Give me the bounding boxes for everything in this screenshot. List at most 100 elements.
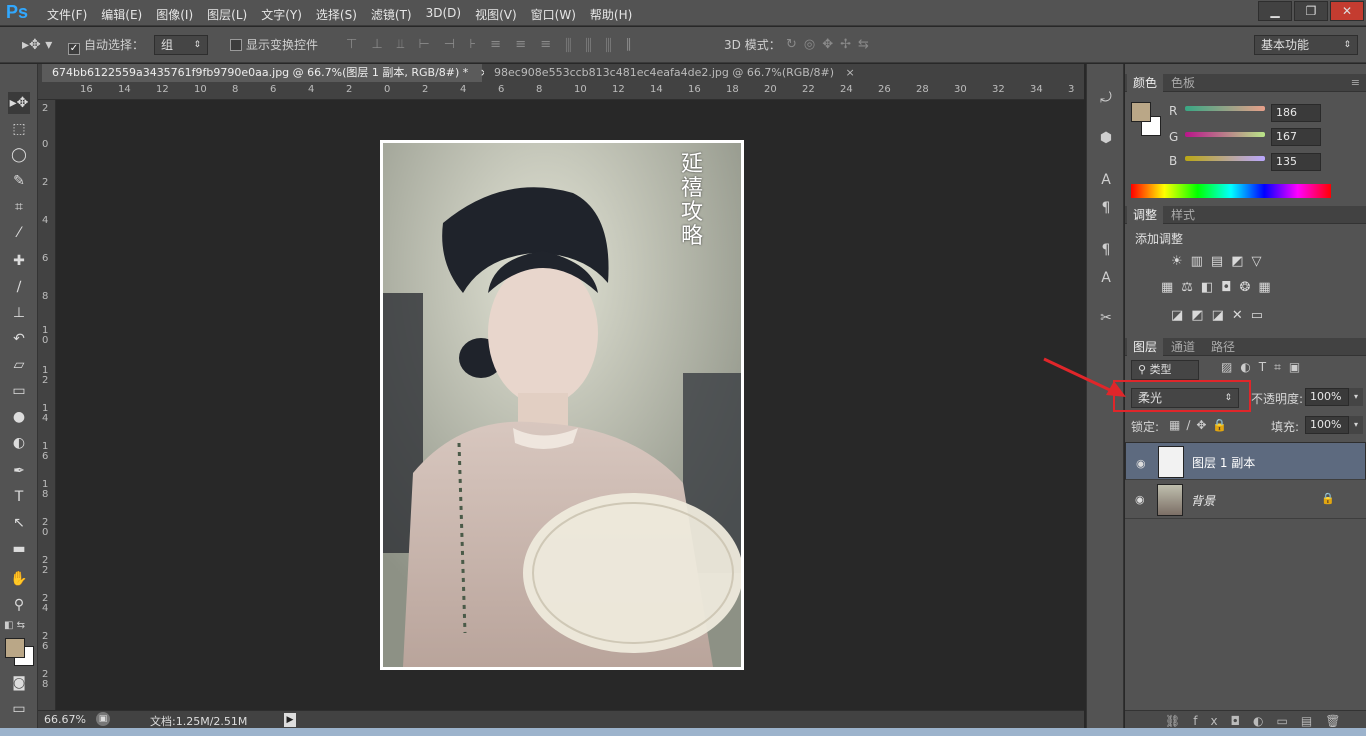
adjustment-icons-row-2[interactable]: ▦⚖◧◘❂▦	[1161, 280, 1279, 295]
menu-help[interactable]: 帮助(H)	[583, 6, 639, 23]
g-value-input[interactable]: 167	[1271, 128, 1321, 146]
eyedropper-tool-icon[interactable]: ⁄	[8, 222, 30, 244]
zoom-tool-icon[interactable]: ⚲	[8, 594, 30, 616]
history-brush-tool-icon[interactable]: ↶	[8, 328, 30, 350]
marquee-tool-icon[interactable]: ⬚	[8, 118, 30, 140]
tab-1-label: 674bb6122559a3435761f9fb9790e0aa.jpg @ 6…	[52, 66, 469, 79]
align-icons[interactable]: ⊤ ⊥ ⫫ ⊢ ⊣ ⊦ ≡ ≡ ≡ ⫼ ⫼ ⫼ ∥	[346, 37, 637, 52]
tab-swatches[interactable]: 色板	[1165, 74, 1201, 92]
menu-view[interactable]: 视图(V)	[468, 6, 524, 23]
document-tab-1[interactable]: 674bb6122559a3435761f9fb9790e0aa.jpg @ 6…	[42, 64, 489, 82]
adjustment-icons-row-1[interactable]: ☀▥▤◩▽	[1171, 254, 1270, 269]
character-style-icon[interactable]: A	[1096, 268, 1116, 288]
menu-window[interactable]: 窗口(W)	[524, 6, 583, 23]
tab-styles[interactable]: 样式	[1165, 206, 1201, 224]
menu-select[interactable]: 选择(S)	[309, 6, 364, 23]
layer-name[interactable]: 图层 1 副本	[1192, 454, 1255, 472]
menu-filter[interactable]: 滤镜(T)	[364, 6, 419, 23]
move-tool-preset-icon[interactable]: ▸✥ ▾	[22, 35, 52, 55]
b-label: B	[1169, 154, 1178, 168]
color-panel-fg-swatch[interactable]	[1131, 102, 1151, 122]
status-menu-arrow-icon[interactable]: ▶	[284, 713, 296, 727]
zoom-level[interactable]: 66.67%	[44, 713, 86, 726]
brush-tool-icon[interactable]: ∕	[8, 276, 30, 298]
screen-mode-icon[interactable]: ▭	[8, 698, 30, 720]
layer-row[interactable]: ◉ 图层 1 副本	[1125, 442, 1366, 480]
ruler-tick: 20	[764, 84, 777, 95]
shape-tool-icon[interactable]: ▬	[8, 538, 30, 560]
stamp-tool-icon[interactable]: ⊥	[8, 302, 30, 324]
visibility-eye-icon[interactable]: ◉	[1136, 455, 1146, 473]
character-icon[interactable]: A	[1096, 170, 1116, 190]
move-tool-icon[interactable]: ▸✥	[8, 92, 30, 114]
close-button[interactable]: ✕	[1330, 1, 1364, 21]
r-slider[interactable]	[1185, 106, 1265, 111]
layer-filter-dropdown[interactable]: ⚲ 类型	[1131, 360, 1199, 380]
menu-image[interactable]: 图像(I)	[149, 6, 200, 23]
panel-menu-icon[interactable]: ≡	[1351, 76, 1360, 89]
hand-tool-icon[interactable]: ✋	[8, 568, 30, 590]
menu-layer[interactable]: 图层(L)	[200, 6, 254, 23]
layer-action-icons[interactable]: ⛓fx◘◐▭▤🗑	[1165, 714, 1353, 728]
blur-tool-icon[interactable]: ●	[8, 406, 30, 428]
menu-type[interactable]: 文字(Y)	[254, 6, 309, 23]
gradient-tool-icon[interactable]: ▭	[8, 380, 30, 402]
status-info-icon[interactable]: ▣	[96, 712, 110, 726]
layer-name[interactable]: 背景	[1191, 492, 1215, 509]
opacity-input[interactable]: 100%	[1305, 388, 1349, 406]
fill-label: 填充:	[1271, 420, 1300, 434]
b-slider[interactable]	[1185, 156, 1265, 161]
pen-tool-icon[interactable]: ✒	[8, 460, 30, 482]
paragraph-style-icon[interactable]: ¶	[1096, 240, 1116, 260]
3d-mode-icons[interactable]: ↻◎✥✢⇆	[786, 37, 876, 52]
g-slider[interactable]	[1185, 132, 1265, 137]
tab-color[interactable]: 颜色	[1127, 74, 1164, 92]
3d-icon[interactable]: ⬢	[1096, 128, 1116, 148]
visibility-eye-icon[interactable]: ◉	[1135, 493, 1145, 506]
menu-edit[interactable]: 编辑(E)	[94, 6, 149, 23]
document-tab-2[interactable]: 98ec908e553ccb813c481ec4eafa4de2.jpg @ 6…	[484, 64, 855, 82]
eraser-tool-icon[interactable]: ▱	[8, 354, 30, 376]
vertical-ruler: 2 0 2 4 6 8 10 12 14 16 18 20 22 24 26 2…	[38, 100, 56, 710]
layer-filter-icons[interactable]: ▨◐T⌗▣	[1221, 360, 1308, 375]
fill-dropdown-icon[interactable]: ▾	[1349, 416, 1363, 434]
restore-button[interactable]: ❐	[1294, 1, 1328, 21]
minimize-button[interactable]: ▁	[1258, 1, 1292, 21]
menu-file[interactable]: 文件(F)	[40, 6, 94, 23]
auto-select-dropdown[interactable]: 组 ⇕	[154, 35, 208, 55]
b-value-input[interactable]: 135	[1271, 153, 1321, 171]
quick-mask-icon[interactable]: ◙	[8, 672, 30, 694]
crop-tool-icon[interactable]: ⌗	[8, 196, 30, 218]
layer-row[interactable]: ◉ 背景 🔒	[1125, 481, 1366, 519]
tab-2-close-icon[interactable]: ×	[846, 66, 855, 79]
document-image[interactable]: 延禧攻略	[380, 140, 744, 670]
tab-channels[interactable]: 通道	[1165, 338, 1201, 356]
lasso-tool-icon[interactable]: ◯	[8, 144, 30, 166]
lock-icons[interactable]: ▦∕✥🔒	[1169, 418, 1233, 432]
r-value-input[interactable]: 186	[1271, 104, 1321, 122]
type-tool-icon[interactable]: T	[8, 486, 30, 508]
history-icon[interactable]: ⤾	[1096, 88, 1116, 108]
menu-3d[interactable]: 3D(D)	[419, 6, 468, 23]
adjustment-icons-row-3[interactable]: ◪◩◪✕▭	[1171, 308, 1271, 323]
healing-tool-icon[interactable]: ✚	[8, 250, 30, 272]
paragraph-icon[interactable]: ¶	[1096, 198, 1116, 218]
tab-layers[interactable]: 图层	[1127, 338, 1164, 356]
document-tab-bar: 674bb6122559a3435761f9fb9790e0aa.jpg @ 6…	[38, 64, 1084, 82]
show-transform-checkbox[interactable]: 显示变换控件	[230, 35, 318, 55]
path-select-tool-icon[interactable]: ↖	[8, 512, 30, 534]
opacity-dropdown-icon[interactable]: ▾	[1349, 388, 1363, 406]
quick-select-tool-icon[interactable]: ✎	[8, 170, 30, 192]
foreground-color-swatch[interactable]	[5, 638, 25, 658]
ruler-tick: 30	[954, 84, 967, 95]
dodge-tool-icon[interactable]: ◐	[8, 432, 30, 454]
fill-input[interactable]: 100%	[1305, 416, 1349, 434]
color-spectrum-bar[interactable]	[1131, 184, 1331, 198]
tool-presets-icon[interactable]: ✂	[1096, 308, 1116, 328]
workspace-dropdown[interactable]: 基本功能 ⇕	[1254, 35, 1358, 55]
swap-colors-icon[interactable]: ◧ ⇆	[4, 620, 25, 631]
tab-paths[interactable]: 路径	[1205, 338, 1241, 356]
options-bar: ▸✥ ▾ ✓ 自动选择： 组 ⇕ 显示变换控件 ⊤ ⊥ ⫫ ⊢ ⊣ ⊦ ≡ ≡ ≡…	[0, 27, 1366, 63]
tab-adjustments[interactable]: 调整	[1127, 206, 1164, 224]
auto-select-checkbox[interactable]: ✓ 自动选择：	[68, 35, 144, 55]
